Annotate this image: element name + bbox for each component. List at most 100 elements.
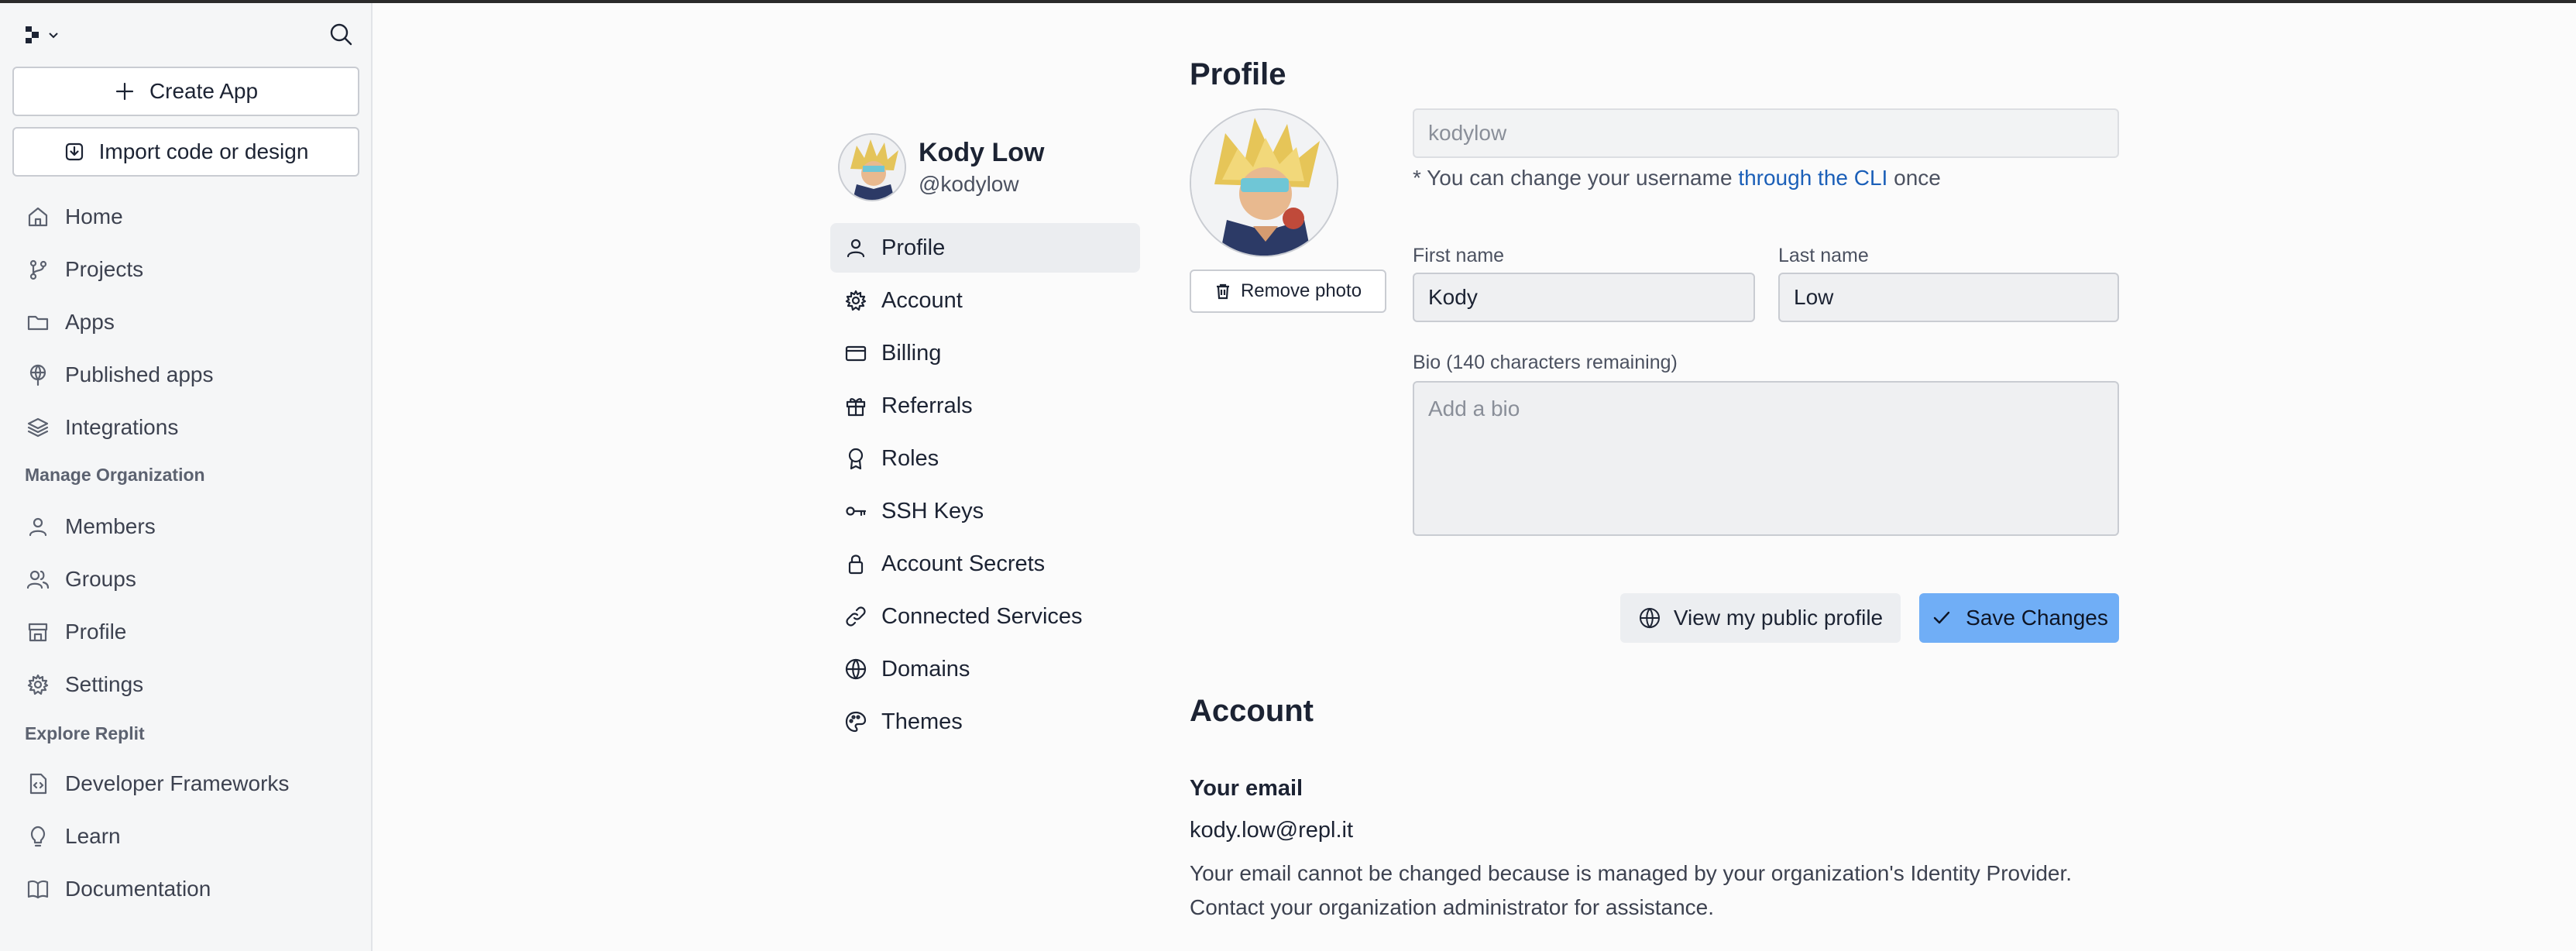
folder-icon xyxy=(27,315,49,331)
palette-icon xyxy=(845,711,867,733)
user-display-name: Kody Low xyxy=(919,138,1045,167)
badge-icon xyxy=(848,448,864,470)
gear-icon xyxy=(27,674,49,695)
save-changes-label: Save Changes xyxy=(1966,606,2108,630)
username-hint: * You can change your username through t… xyxy=(1413,166,1941,191)
settings-nav-profile[interactable]: Profile xyxy=(830,223,1140,273)
sidebar-item-published-apps[interactable]: Published apps xyxy=(12,352,359,398)
settings-user-header: Kody Low @kodylow xyxy=(838,133,1148,204)
sidebar-item-apps[interactable]: Apps xyxy=(12,299,359,345)
save-changes-button[interactable]: Save Changes xyxy=(1919,593,2119,643)
sidebar-item-label: Members xyxy=(65,514,156,538)
section-explore-replit: Explore Replit xyxy=(25,723,145,743)
sidebar-item-label: Settings xyxy=(65,672,144,696)
settings-nav-label: Roles xyxy=(881,445,939,471)
first-name-field[interactable] xyxy=(1413,273,1755,322)
sidebar-item-label: Integrations xyxy=(65,415,179,439)
credit-card-icon xyxy=(845,345,867,362)
sidebar-header xyxy=(0,3,371,64)
email-label: Your email xyxy=(1190,776,1303,801)
settings-nav-label: Domains xyxy=(881,656,970,681)
users-icon xyxy=(26,570,50,589)
settings-nav-referrals[interactable]: Referrals xyxy=(830,381,1140,431)
profile-photo-image xyxy=(1191,110,1337,256)
sidebar-item-documentation[interactable]: Documentation xyxy=(12,866,359,912)
settings-nav-billing[interactable]: Billing xyxy=(830,328,1140,378)
create-app-button[interactable]: Create App xyxy=(12,67,359,116)
sidebar-item-integrations[interactable]: Integrations xyxy=(12,404,359,451)
sidebar-item-developer-frameworks[interactable]: Developer Frameworks xyxy=(12,760,359,807)
sidebar-item-label: Profile xyxy=(65,620,127,644)
import-icon xyxy=(65,142,83,161)
workspace-switcher[interactable] xyxy=(25,23,64,46)
settings-nav-roles[interactable]: Roles xyxy=(830,434,1140,483)
first-name-label: First name xyxy=(1413,245,1505,266)
plus-icon xyxy=(115,82,134,101)
globe-icon xyxy=(845,658,867,680)
settings-nav-label: Referrals xyxy=(881,393,973,418)
globe-pin-icon xyxy=(29,364,46,386)
home-icon xyxy=(28,207,48,227)
remove-photo-button[interactable]: Remove photo xyxy=(1190,270,1386,313)
email-note-line: Your email cannot be changed because is … xyxy=(1190,861,2073,885)
settings-nav-label: Billing xyxy=(881,340,942,366)
globe-icon xyxy=(1639,608,1660,629)
lock-icon xyxy=(848,554,864,575)
file-code-icon xyxy=(29,773,47,795)
last-name-label: Last name xyxy=(1778,245,1869,266)
sidebar-item-learn[interactable]: Learn xyxy=(12,813,359,860)
settings-nav-account[interactable]: Account xyxy=(830,276,1140,325)
link-icon xyxy=(846,606,866,627)
sidebar-item-members[interactable]: Members xyxy=(12,503,359,550)
email-value: kody.low@repl.it xyxy=(1190,818,1354,843)
gift-icon xyxy=(846,398,866,417)
sidebar-item-label: Developer Frameworks xyxy=(65,771,290,795)
create-app-label: Create App xyxy=(149,79,259,103)
sidebar-item-home[interactable]: Home xyxy=(12,194,359,240)
book-icon xyxy=(27,880,49,899)
sidebar-item-groups[interactable]: Groups xyxy=(12,556,359,603)
sidebar-item-label: Documentation xyxy=(65,877,211,901)
settings-nav-label: Account Secrets xyxy=(881,551,1046,576)
settings-nav-account-secrets[interactable]: Account Secrets xyxy=(830,539,1140,589)
last-name-field[interactable] xyxy=(1778,273,2119,322)
sidebar-item-label: Apps xyxy=(65,310,115,334)
settings-nav-label: Themes xyxy=(881,709,963,734)
settings-nav-label: SSH Keys xyxy=(881,498,984,524)
window-top-border xyxy=(0,0,2576,3)
username-hint-prefix: * You can change your username xyxy=(1413,166,1739,190)
sidebar-item-label: Home xyxy=(65,204,123,228)
email-note-line: Contact your organization administrator … xyxy=(1190,895,1714,919)
view-public-profile-label: View my public profile xyxy=(1673,606,1884,630)
branch-icon xyxy=(29,259,47,280)
settings-nav-domains[interactable]: Domains xyxy=(830,644,1140,694)
username-field xyxy=(1413,108,2119,158)
settings-nav-ssh-keys[interactable]: SSH Keys xyxy=(830,486,1140,536)
import-code-button[interactable]: Import code or design xyxy=(12,127,359,177)
account-section-title: Account xyxy=(1190,694,1314,728)
lightbulb-icon xyxy=(30,826,46,847)
sidebar-item-projects[interactable]: Projects xyxy=(12,246,359,293)
user-handle: @kodylow xyxy=(919,172,1019,196)
sidebar-item-profile[interactable]: Profile xyxy=(12,609,359,655)
app-sidebar: Create App Import code or design Home Pr… xyxy=(0,3,373,951)
avatar-image xyxy=(840,135,905,200)
key-icon xyxy=(846,506,867,517)
search-icon[interactable] xyxy=(327,20,355,48)
settings-nav-label: Account xyxy=(881,287,963,313)
trash-icon xyxy=(1216,283,1229,300)
replit-logo-icon xyxy=(26,26,39,43)
sidebar-item-label: Published apps xyxy=(65,362,214,386)
settings-nav-themes[interactable]: Themes xyxy=(830,697,1140,747)
sidebar-item-label: Groups xyxy=(65,567,136,591)
sidebar-item-settings[interactable]: Settings xyxy=(12,661,359,708)
bio-label: Bio (140 characters remaining) xyxy=(1413,352,1678,373)
user-icon xyxy=(29,517,47,537)
sidebar-item-label: Learn xyxy=(65,824,121,848)
bio-textarea[interactable] xyxy=(1413,381,2119,536)
view-public-profile-button[interactable]: View my public profile xyxy=(1620,593,1901,643)
profile-photo[interactable] xyxy=(1190,108,1338,257)
chevron-down-icon xyxy=(49,33,58,39)
cli-link[interactable]: through the CLI xyxy=(1738,166,1887,190)
settings-nav-connected-services[interactable]: Connected Services xyxy=(830,592,1140,641)
